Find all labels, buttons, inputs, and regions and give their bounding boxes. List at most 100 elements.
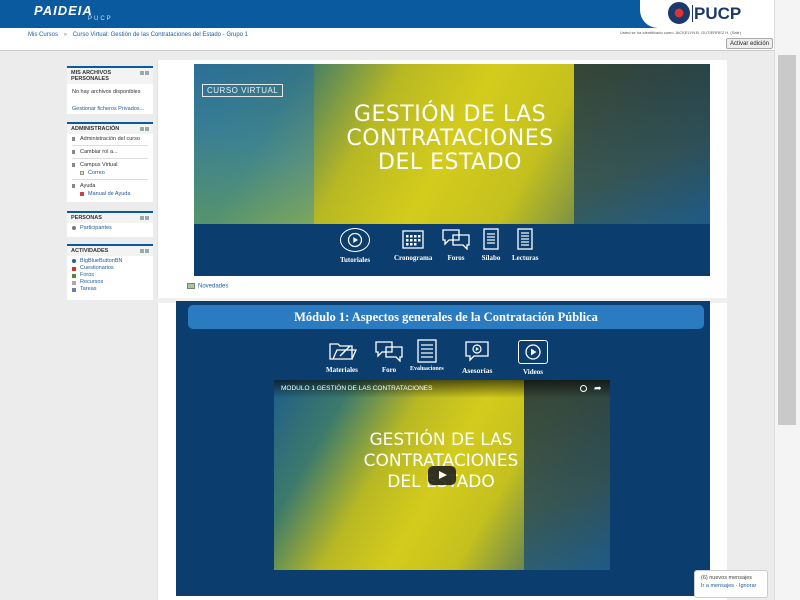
dock-icon[interactable] xyxy=(140,71,144,75)
document-icon xyxy=(478,228,504,250)
videos-label: Videos xyxy=(523,368,543,376)
switch-role-label: Cambiar rol a... xyxy=(80,149,118,155)
navigation-bar: Mis Cursos » Curso Virtual: Gestión de l… xyxy=(0,28,774,50)
administration-body: Administración del curso Cambiar rol a..… xyxy=(67,134,153,201)
pdf-icon xyxy=(80,192,84,196)
chevron-down-icon xyxy=(72,163,75,167)
nav-divider xyxy=(0,50,774,51)
virtual-campus-item[interactable]: Campus Virtual xyxy=(72,161,148,169)
mail-label: Correo xyxy=(88,170,105,176)
play-icon xyxy=(340,228,371,252)
paideia-logo[interactable]: PAIDEIA xyxy=(34,3,93,18)
mail-link[interactable]: Correo xyxy=(72,169,148,177)
resources-link[interactable]: Recursos xyxy=(72,279,148,286)
video-play-button[interactable] xyxy=(428,466,456,485)
quizzes-link[interactable]: Cuestionarios xyxy=(72,265,148,272)
help-item[interactable]: Ayuda xyxy=(72,182,148,190)
university-seal-icon xyxy=(668,2,690,24)
new-messages-popup: (6) nuevos mensajes Ir a mensajes · Igno… xyxy=(694,570,768,598)
paideia-logo-sub: PUCP xyxy=(88,16,113,22)
collapse-icon[interactable] xyxy=(145,127,149,131)
enable-editing-button[interactable]: Activar edición xyxy=(726,38,774,49)
advisory-label: Asesorías xyxy=(462,366,493,375)
private-files-header: MIS ARCHIVOS PERSONALES xyxy=(67,66,153,84)
forums-button[interactable]: Foros xyxy=(441,228,471,262)
ignore-messages-link[interactable]: Ignorar xyxy=(739,583,756,589)
schedule-button[interactable]: Cronograma xyxy=(394,228,432,262)
evaluations-button[interactable]: Evaluaciones xyxy=(410,339,444,372)
dock-icon[interactable] xyxy=(140,249,144,253)
scrollbar-thumb[interactable] xyxy=(778,55,796,425)
divider xyxy=(72,158,148,159)
assignments-link[interactable]: Tareas xyxy=(72,286,148,293)
breadcrumb-course[interactable]: Curso Virtual: Gestión de las Contrataci… xyxy=(73,32,248,38)
expand-arrow-icon xyxy=(72,137,75,141)
new-messages-count: (6) nuevos mensajes xyxy=(701,575,753,581)
people-block: PERSONAS Participantes xyxy=(67,211,153,237)
forums-link[interactable]: Foros xyxy=(72,272,148,279)
assignment-icon xyxy=(72,288,76,292)
brand-divider xyxy=(692,5,693,22)
chevron-down-icon xyxy=(72,184,75,188)
banner-title-line: DEL ESTADO xyxy=(378,150,522,175)
chat-icon xyxy=(441,228,471,250)
video-title[interactable]: MODULO 1 GESTIÓN DE LAS CONTRATACIONES xyxy=(281,385,432,392)
manage-private-files-link[interactable]: Gestionar ficheros Privados... xyxy=(72,106,148,112)
switch-role-item[interactable]: Cambiar rol a... xyxy=(72,148,148,156)
module-forum-button[interactable]: Foro xyxy=(374,340,404,374)
participants-label: Participantes xyxy=(80,225,112,231)
collapse-icon[interactable] xyxy=(145,71,149,75)
participants-link[interactable]: Participantes xyxy=(72,224,148,232)
videos-button[interactable]: Videos xyxy=(518,340,548,376)
university-name: PUCP xyxy=(694,4,742,23)
go-to-messages-link[interactable]: Ir a mensajes xyxy=(701,583,734,589)
block-controls[interactable] xyxy=(139,127,150,131)
block-controls[interactable] xyxy=(139,249,150,253)
resource-icon xyxy=(72,281,76,285)
readings-button[interactable]: Lecturas xyxy=(512,228,538,262)
quizzes-label: Cuestionarios xyxy=(80,265,114,271)
activities-block: ACTIVIDADES BigBlueButtonBN Cuestionario… xyxy=(67,244,153,300)
people-title: PERSONAS xyxy=(71,215,102,221)
syllabus-label: Sílabo xyxy=(481,254,501,262)
collapse-icon[interactable] xyxy=(145,249,149,253)
tutorials-button[interactable]: Tutoriales xyxy=(340,228,370,264)
bigbluebutton-icon xyxy=(72,259,76,263)
administration-block: ADMINISTRACIÓN Administración del curso … xyxy=(67,122,153,202)
collapse-icon[interactable] xyxy=(145,216,149,220)
course-tag: CURSO VIRTUAL xyxy=(202,84,284,97)
watch-later-icon[interactable] xyxy=(580,385,587,392)
administration-title: ADMINISTRACIÓN xyxy=(71,126,120,132)
no-files-text: No hay archivos disponibles xyxy=(72,89,141,95)
evaluations-label: Evaluaciones xyxy=(410,366,444,372)
share-icon[interactable]: ➦ xyxy=(594,383,602,394)
virtual-campus-label: Campus Virtual xyxy=(80,162,118,168)
admin-course-label: Administración del curso xyxy=(80,136,140,142)
help-manual-link[interactable]: Manual de Ayuda xyxy=(72,190,148,198)
divider xyxy=(72,179,148,180)
resources-label: Recursos xyxy=(80,279,104,285)
advisory-button[interactable]: Asesorías xyxy=(462,340,492,375)
pucp-brand[interactable]: PUCP xyxy=(640,0,774,28)
block-controls[interactable] xyxy=(139,71,150,75)
bigbluebutton-link[interactable]: BigBlueButtonBN xyxy=(72,257,148,265)
materials-button[interactable]: Materiales xyxy=(326,340,358,374)
dock-icon[interactable] xyxy=(140,216,144,220)
administration-header: ADMINISTRACIÓN xyxy=(67,122,153,134)
chat-icon xyxy=(374,340,404,362)
admin-course-item[interactable]: Administración del curso xyxy=(72,135,148,143)
schedule-label: Cronograma xyxy=(394,254,433,262)
news-forum-link[interactable]: Novedades xyxy=(187,283,228,290)
people-body: Participantes xyxy=(67,223,153,235)
mail-icon xyxy=(80,171,84,175)
syllabus-button[interactable]: Sílabo xyxy=(478,228,504,262)
news-label: Novedades xyxy=(198,283,229,290)
activities-body: BigBlueButtonBN Cuestionarios Foros Recu… xyxy=(67,256,153,296)
module-forum-label: Foro xyxy=(381,366,397,374)
block-controls[interactable] xyxy=(139,216,150,220)
people-header: PERSONAS xyxy=(67,211,153,223)
tutorials-label: Tutoriales xyxy=(340,256,371,264)
dock-icon[interactable] xyxy=(140,127,144,131)
course-banner-title: GESTIÓN DE LAS CONTRATACIONES DEL ESTADO xyxy=(300,103,600,175)
breadcrumb-my-courses[interactable]: Mis Cursos xyxy=(28,32,58,38)
